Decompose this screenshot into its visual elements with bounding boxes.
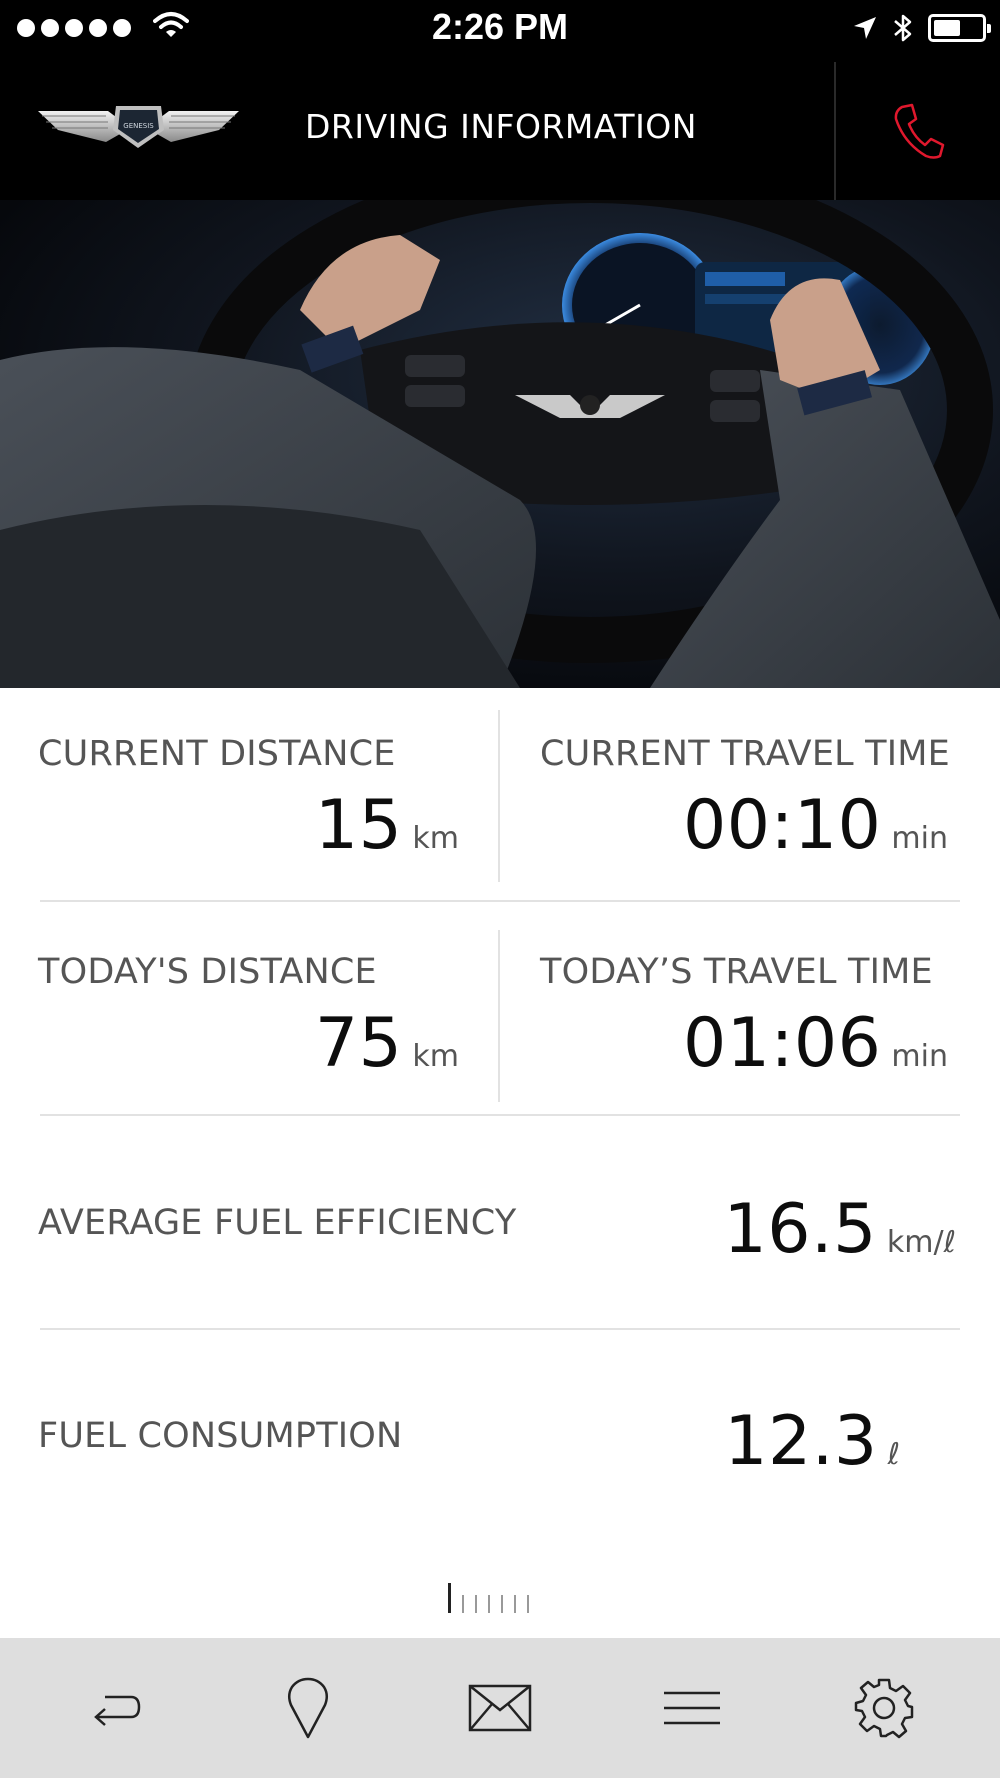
avg-fuel-efficiency-value-row: 16.5 km/ℓ (723, 1190, 956, 1269)
current-distance-unit: km (412, 821, 459, 856)
fuel-consumption-label: FUEL CONSUMPTION (38, 1416, 403, 1456)
stats-divider-3 (40, 1328, 960, 1330)
tab-settings[interactable] (824, 1658, 944, 1758)
call-button[interactable] (836, 62, 1000, 200)
stats-divider-vertical-2 (498, 930, 500, 1102)
page-dot[interactable] (527, 1595, 529, 1613)
todays-distance-value-row: 75 km (315, 1004, 459, 1083)
page-dot[interactable] (501, 1595, 503, 1613)
gear-icon (854, 1678, 914, 1739)
menu-icon (664, 1691, 720, 1725)
page-dot[interactable] (488, 1595, 490, 1613)
stats-divider-1 (40, 900, 960, 902)
todays-travel-time-value: 01:06 (682, 1004, 882, 1083)
tab-map[interactable] (248, 1658, 368, 1758)
todays-travel-time-value-row: 01:06 min (683, 1004, 948, 1083)
bottom-tab-bar (0, 1638, 1000, 1778)
battery-icon (928, 14, 991, 42)
page-indicator[interactable] (448, 1583, 529, 1613)
current-distance-label: CURRENT DISTANCE (38, 734, 396, 774)
todays-distance-value: 75 (314, 1004, 403, 1083)
map-pin-icon (288, 1677, 328, 1739)
page-dot[interactable] (462, 1595, 464, 1613)
fuel-consumption-value: 12.3 (724, 1402, 878, 1481)
avg-fuel-efficiency-label: AVERAGE FUEL EFFICIENCY (38, 1203, 517, 1243)
hero-image-driver-at-wheel (0, 200, 1000, 688)
hero-illustration (0, 200, 1000, 688)
app-header: GENESIS DRIVING INFORMATION (0, 62, 1000, 200)
current-travel-time-value-row: 00:10 min (683, 786, 948, 865)
bluetooth-icon (894, 14, 912, 42)
current-travel-time-label: CURRENT TRAVEL TIME (540, 734, 950, 774)
page-dot-active[interactable] (448, 1583, 451, 1613)
current-distance-value: 15 (314, 786, 403, 865)
page-title: DRIVING INFORMATION (305, 107, 697, 146)
svg-text:GENESIS: GENESIS (123, 122, 154, 130)
current-travel-time-unit: min (891, 821, 948, 856)
fuel-consumption-value-row: 12.3 ℓ (724, 1402, 900, 1481)
fuel-consumption-unit: ℓ (887, 1437, 900, 1472)
status-bar: 2:26 PM (0, 0, 1000, 62)
avg-fuel-efficiency-unit: km/ℓ (886, 1225, 956, 1260)
stats-divider-vertical-1 (498, 710, 500, 882)
genesis-logo: GENESIS (38, 106, 239, 148)
todays-travel-time-unit: min (891, 1039, 948, 1074)
current-distance-value-row: 15 km (315, 786, 459, 865)
todays-travel-time-label: TODAY’S TRAVEL TIME (540, 952, 933, 992)
tab-back[interactable] (56, 1658, 176, 1758)
location-arrow-icon (854, 17, 876, 39)
tab-menu[interactable] (632, 1658, 752, 1758)
status-time: 2:26 PM (431, 6, 569, 47)
page-dot[interactable] (514, 1595, 516, 1613)
mail-icon (468, 1684, 532, 1732)
phone-icon (894, 103, 945, 159)
tab-messages[interactable] (440, 1658, 560, 1758)
back-arrow-icon (94, 1695, 141, 1726)
page-dot[interactable] (475, 1595, 477, 1613)
avg-fuel-efficiency-value: 16.5 (723, 1190, 877, 1269)
todays-distance-unit: km (412, 1039, 459, 1074)
stats-divider-2 (40, 1114, 960, 1116)
current-travel-time-value: 00:10 (682, 786, 882, 865)
todays-distance-label: TODAY'S DISTANCE (38, 952, 377, 992)
